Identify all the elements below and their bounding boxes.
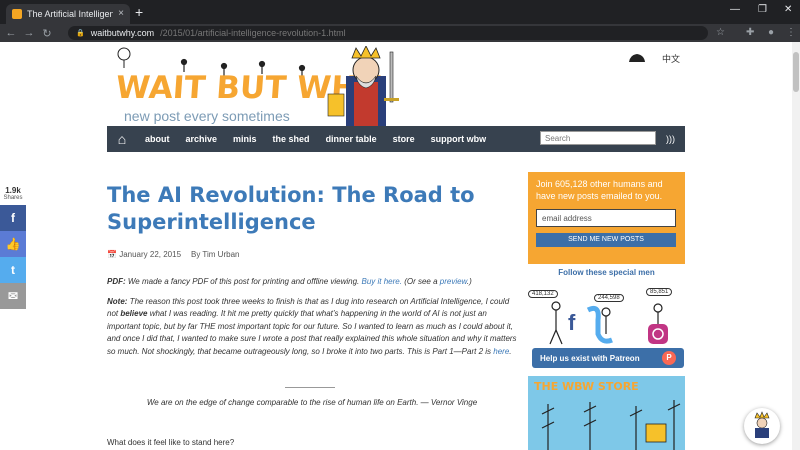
buy-pdf-link[interactable]: Buy it here. — [362, 277, 402, 286]
menu-icon[interactable]: ⋮ — [786, 27, 796, 38]
facebook-share-icon[interactable]: f — [0, 205, 26, 231]
twitter-share-icon[interactable]: t — [0, 257, 26, 283]
store-title: THE WBW STORE — [534, 380, 639, 393]
url-domain: waitbutwhy.com — [90, 28, 155, 38]
email-signup-box: Join 605,128 other humans and have new p… — [528, 172, 685, 264]
article-date: 📅 January 22, 2015 — [107, 250, 182, 259]
opening-quote: We are on the edge of change comparable … — [146, 398, 478, 407]
extensions-icon[interactable]: ✚ — [746, 27, 754, 38]
share-bar: 1.9k Shares f 👍 t ✉ — [0, 186, 26, 309]
send-posts-button[interactable]: SEND ME NEW POSTS — [536, 233, 676, 247]
article-author[interactable]: By Tim Urban — [191, 250, 239, 259]
language-link[interactable]: 中文 — [662, 52, 680, 65]
pdf-preview-link[interactable]: preview — [440, 277, 467, 286]
page-scrollbar[interactable] — [792, 42, 800, 450]
like-icon[interactable]: 👍 — [0, 231, 26, 257]
share-count: 1.9k — [5, 186, 21, 195]
address-bar[interactable]: 🔒 waitbutwhy.com /2015/01/artificial-int… — [68, 26, 708, 40]
share-label: Shares — [3, 195, 23, 201]
instagram-follower-count: 85,851 — [646, 288, 673, 296]
site-tagline: new post every sometimes — [124, 108, 290, 124]
facebook-follower-count: 418,132 — [528, 290, 558, 298]
profile-icon[interactable]: ● — [768, 27, 774, 38]
tab-close-icon[interactable]: × — [118, 9, 124, 19]
follow-title: Follow these special men — [558, 268, 655, 277]
site-favicon-icon — [12, 9, 22, 19]
window-close-icon[interactable]: ✕ — [784, 4, 792, 15]
nav-item-support-wbw[interactable]: support wbw — [423, 134, 495, 144]
browser-tab[interactable]: The Artificial Intelligence Revolu... × — [6, 4, 130, 24]
king-mascot-icon — [327, 46, 399, 130]
browser-tab-strip: The Artificial Intelligence Revolu... × … — [0, 0, 800, 24]
forward-icon[interactable]: → — [20, 27, 38, 39]
floating-king-icon[interactable] — [744, 408, 780, 444]
article-meta: 📅 January 22, 2015 By Tim Urban — [107, 250, 239, 259]
note-paragraph: Note: The reason this post took three we… — [107, 297, 517, 356]
reload-icon[interactable]: ↻ — [38, 27, 56, 40]
search-icon[interactable]: ⌕ — [648, 132, 660, 146]
nav-item-archive[interactable]: archive — [178, 134, 226, 144]
home-icon[interactable]: ⌂ — [107, 131, 137, 147]
lock-icon: 🔒 — [76, 30, 85, 37]
store-illustration-icon — [541, 400, 681, 450]
article-question: What does it feel like to stand here? — [107, 438, 235, 447]
patreon-label: Help us exist with Patreon — [540, 353, 640, 363]
email-field[interactable]: email address — [536, 209, 676, 227]
maximize-icon[interactable]: ❐ — [758, 4, 767, 15]
nav-item-the-shed[interactable]: the shed — [265, 134, 318, 144]
nav-item-about[interactable]: about — [137, 134, 178, 144]
web-page: WAIT BUT WHY new post every sometimes 中文… — [0, 42, 800, 450]
svg-text:f: f — [568, 310, 576, 335]
back-icon[interactable]: ← — [2, 27, 20, 39]
scrollbar-thumb[interactable] — [793, 52, 799, 92]
bookmark-star-icon[interactable]: ☆ — [716, 27, 725, 38]
wbw-store-banner[interactable]: THE WBW STORE — [528, 376, 685, 450]
address-toolbar: ← → ↻ 🔒 waitbutwhy.com /2015/01/artifici… — [0, 24, 800, 42]
minimize-icon[interactable]: — — [730, 4, 740, 15]
patreon-icon: P — [662, 351, 676, 365]
nav-item-store[interactable]: store — [385, 134, 423, 144]
nav-item-dinner-table[interactable]: dinner table — [318, 134, 385, 144]
tab-title: The Artificial Intelligence Revolu... — [27, 9, 114, 19]
pdf-paragraph: PDF: We made a fancy PDF of this post fo… — [107, 277, 472, 286]
nav-item-minis[interactable]: minis — [225, 134, 265, 144]
new-tab-button[interactable]: + — [135, 4, 143, 20]
patreon-button[interactable]: Help us exist with Patreon P — [532, 348, 684, 368]
url-path: /2015/01/artificial-intelligence-revolut… — [160, 28, 346, 38]
divider — [285, 387, 335, 388]
social-follow-panel: 418,132 244,598 85,851 f — [528, 280, 685, 350]
article-title: The AI Revolution: The Road to Superinte… — [107, 183, 475, 234]
email-share-icon[interactable]: ✉ — [0, 283, 26, 309]
car-icon[interactable] — [628, 52, 646, 64]
search-input[interactable]: Search — [540, 131, 656, 145]
part-2-link[interactable]: here — [493, 347, 509, 356]
signup-text: Join 605,128 other humans and have new p… — [536, 179, 663, 201]
search-placeholder: Search — [545, 133, 571, 143]
rss-icon[interactable]: ))) — [666, 134, 675, 144]
social-mascots-icon[interactable]: f — [528, 300, 685, 350]
